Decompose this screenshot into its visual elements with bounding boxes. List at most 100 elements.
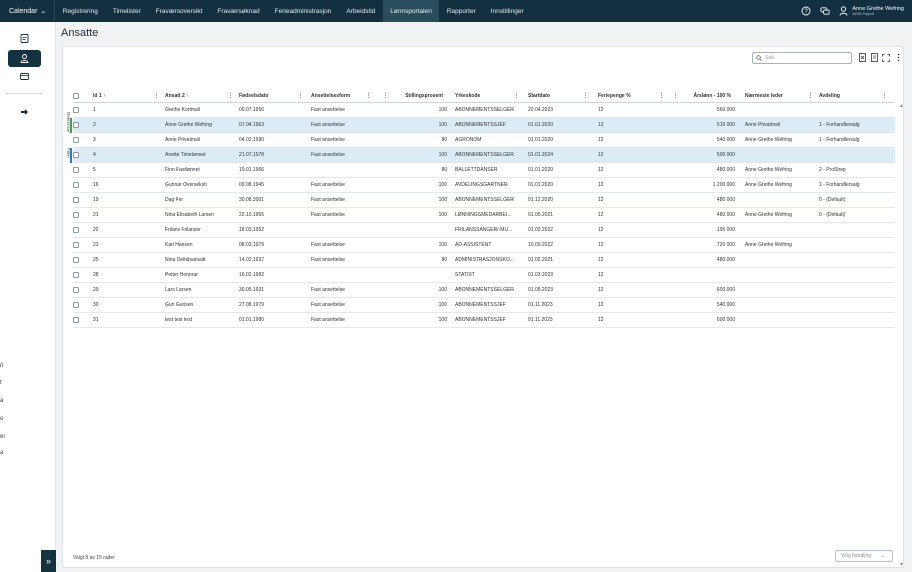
cell-yrkeskode: STATIST — [455, 272, 475, 278]
column-header-label: Feriepenge % — [598, 92, 631, 99]
scroll-up-icon[interactable]: ▲ — [899, 103, 904, 109]
column-menu-icon[interactable]: ⋮ — [673, 93, 680, 99]
export-pdf-icon[interactable] — [870, 53, 878, 62]
table-row[interactable]: 16 Gunnar Overseksti 09.08.1945 Fast ansett… — [73, 178, 895, 193]
column-header-ansatt[interactable]: Ansatt 2 ↑ ⋮ — [165, 89, 235, 102]
row-checkbox[interactable] — [73, 152, 79, 158]
nav-item-timelister[interactable]: Timelister — [105, 0, 148, 22]
column-header-yrkeskode[interactable]: Yrkeskode ⋮ — [455, 89, 521, 102]
column-menu-icon[interactable]: ⋮ — [659, 93, 666, 99]
cell-leder: Anne Grethe Wefring — [745, 137, 792, 143]
table-row[interactable]: 4 Anette Timelønnet 21.07.1978 Fast ansette… — [70, 148, 895, 163]
rail-timesheet-button[interactable] — [8, 30, 41, 47]
cell-startdato: 10.09.2022 — [528, 242, 554, 248]
row-checkbox[interactable] — [73, 197, 79, 203]
row-checkbox[interactable] — [73, 287, 79, 293]
table-row[interactable]: 1 Grethe Kortmail 09.07.1956 Fast ansettels… — [73, 103, 895, 118]
search-icon — [756, 55, 762, 61]
table-row[interactable]: 29 Lars Larsen 30.05.1931 Fast ansettelse 10… — [73, 283, 895, 298]
table-row[interactable]: 31 test test test 01.01.1980 Fast ansettels… — [73, 313, 895, 328]
column-header-avdeling[interactable]: Avdeling ⋮ — [819, 89, 889, 102]
nav-item-innstillinger[interactable]: Innstillinger — [483, 0, 531, 22]
row-checkbox[interactable] — [73, 182, 79, 188]
column-menu-icon[interactable]: ⋮ — [383, 93, 390, 99]
column-menu-icon[interactable]: ⋮ — [882, 93, 889, 99]
more-options-icon[interactable] — [894, 53, 902, 62]
row-checkbox[interactable] — [73, 272, 79, 278]
help-icon[interactable]: ? — [801, 6, 811, 16]
user-menu[interactable]: Anne Grethe Wefring AGW Payroll — [839, 6, 904, 17]
column-menu-icon[interactable]: ⋮ — [298, 93, 305, 99]
table-row[interactable]: 23 Kari Hansen 08.03.1979 Fast ansettelse 10… — [73, 238, 895, 253]
row-checkbox[interactable] — [73, 137, 79, 143]
column-header-fodselsdato[interactable]: Fødselsdato ⋮ — [239, 89, 305, 102]
cell-fodselsdato: 08.03.1979 — [239, 242, 265, 248]
row-checkbox[interactable] — [73, 122, 79, 128]
column-menu-icon[interactable]: ⋮ — [366, 93, 373, 99]
column-header-startdato[interactable]: Startdato ⋮ — [528, 89, 590, 102]
nav-menu: Registrering Timelister Fraværsoversikt Fra… — [55, 0, 531, 22]
column-menu-icon[interactable]: ⋮ — [228, 93, 235, 99]
action-select[interactable]: Velg handling ⌄ — [835, 550, 893, 562]
cell-fodselsdato: 21.07.1978 — [239, 152, 265, 158]
vertical-scrollbar[interactable]: ▲ ▼ — [899, 103, 904, 568]
column-header-id[interactable]: Id 1 ↑ ⋮ — [93, 89, 161, 102]
column-header-ansettelsesform[interactable]: Ansettelsesform ⋮ — [311, 89, 373, 102]
rail-employees-button[interactable] — [8, 50, 41, 67]
table-row[interactable]: 30 Guri Gurisen 27.08.1979 Fast ansettelse 1… — [73, 298, 895, 313]
selection-status: Valgt 8 av 15 rader — [73, 555, 115, 561]
table-row[interactable]: 21 Nina Elisabeth Larsen 22.10.1965 Fast an… — [73, 208, 895, 223]
row-checkbox[interactable] — [73, 167, 79, 173]
row-checkbox[interactable] — [73, 257, 79, 263]
row-checkbox[interactable] — [73, 302, 79, 308]
cell-ansatt: Gunnar Overseksti — [165, 182, 207, 188]
row-checkbox[interactable] — [73, 242, 79, 248]
app-switcher[interactable]: Calendar ⌄ — [0, 0, 56, 22]
row-checkbox[interactable] — [73, 317, 79, 323]
export-excel-icon[interactable] — [858, 53, 866, 62]
cell-ansatt: Guri Gurisen — [165, 302, 194, 308]
table-row[interactable]: 3 Anne Privatmail 04.02.1990 Fast ansettels… — [73, 133, 895, 148]
scroll-down-icon[interactable]: ▼ — [899, 562, 904, 568]
row-checkbox[interactable] — [73, 107, 79, 113]
column-header-feriepenger[interactable]: Feriepenge % ⋮ — [598, 89, 666, 102]
cell-stillingsprosent: 100 — [438, 317, 447, 323]
column-menu-icon[interactable]: ⋮ — [808, 93, 815, 99]
table-row[interactable]: 19 Dag Fnr 30.08.2001 Fast ansettelse 100 ABO… — [73, 193, 895, 208]
table-row[interactable]: 28 Petter Honorar 16.02.1982 STATIST 01.03.2… — [73, 268, 895, 283]
expand-rail-button[interactable]: » — [41, 550, 56, 572]
select-all-checkbox[interactable] — [73, 92, 79, 99]
column-menu-icon[interactable]: ⋮ — [154, 93, 161, 99]
column-header-arslonn[interactable]: ⋮ Årslønn - 100 % — [673, 89, 735, 102]
table-row[interactable]: 25 Nina Deltidsansatt 14.02.1937 Fast anset… — [73, 253, 895, 268]
chat-icon[interactable] — [820, 6, 830, 16]
cell-startdato: 01.01.2020 — [528, 122, 554, 128]
column-header-stillingsprosent[interactable]: ⋮ Stillingsprosent — [383, 89, 447, 102]
row-checkbox-cell — [73, 223, 83, 237]
nav-item-registrering[interactable]: Registrering — [55, 0, 105, 22]
column-menu-icon[interactable]: ⋮ — [514, 93, 521, 99]
row-checkbox[interactable] — [73, 227, 79, 233]
row-checkbox[interactable] — [73, 212, 79, 218]
fullscreen-icon[interactable] — [882, 53, 890, 62]
cell-yrkeskode: AGRONOM — [455, 137, 482, 143]
nav-item-arbeidstid[interactable]: Arbeidstid — [339, 0, 383, 22]
column-header-leder[interactable]: Nærmeste leder ⋮ — [745, 89, 815, 102]
nav-item-rapporter[interactable]: Rapporter — [439, 0, 483, 22]
rail-transfer-button[interactable] — [8, 104, 41, 121]
nav-item-ferieadministrasjon[interactable]: Ferieadministrasjon — [267, 0, 339, 22]
nav-item-lønnsportalen[interactable]: Lønnsportalen — [382, 0, 440, 22]
column-menu-icon[interactable]: ⋮ — [583, 93, 590, 99]
cell-id: 4 — [93, 152, 96, 158]
table-row[interactable]: 5 Finn Fastlønnet 19.01.1966 80 BALLETTDANSE… — [73, 163, 895, 178]
rail-payroll-button[interactable] — [8, 68, 41, 85]
table-row[interactable]: 22 Frilans Frilanser 18.03.1952 FRILANSSANG… — [73, 223, 895, 238]
column-header-label: Nærmeste leder — [745, 92, 783, 99]
cell-arslonn: 560 000 — [716, 107, 735, 113]
nav-item-fraværsoversikt[interactable]: Fraværsoversikt — [148, 0, 210, 22]
table-row[interactable]: 2 Anne Grethe Wefring 07.04.1963 Fast anset… — [70, 118, 895, 133]
search-input[interactable] — [765, 55, 845, 61]
background-text-fragment: o — [0, 416, 4, 422]
search-box[interactable] — [752, 52, 852, 64]
nav-item-fraværsøknad[interactable]: Fraværsøknad — [210, 0, 267, 22]
